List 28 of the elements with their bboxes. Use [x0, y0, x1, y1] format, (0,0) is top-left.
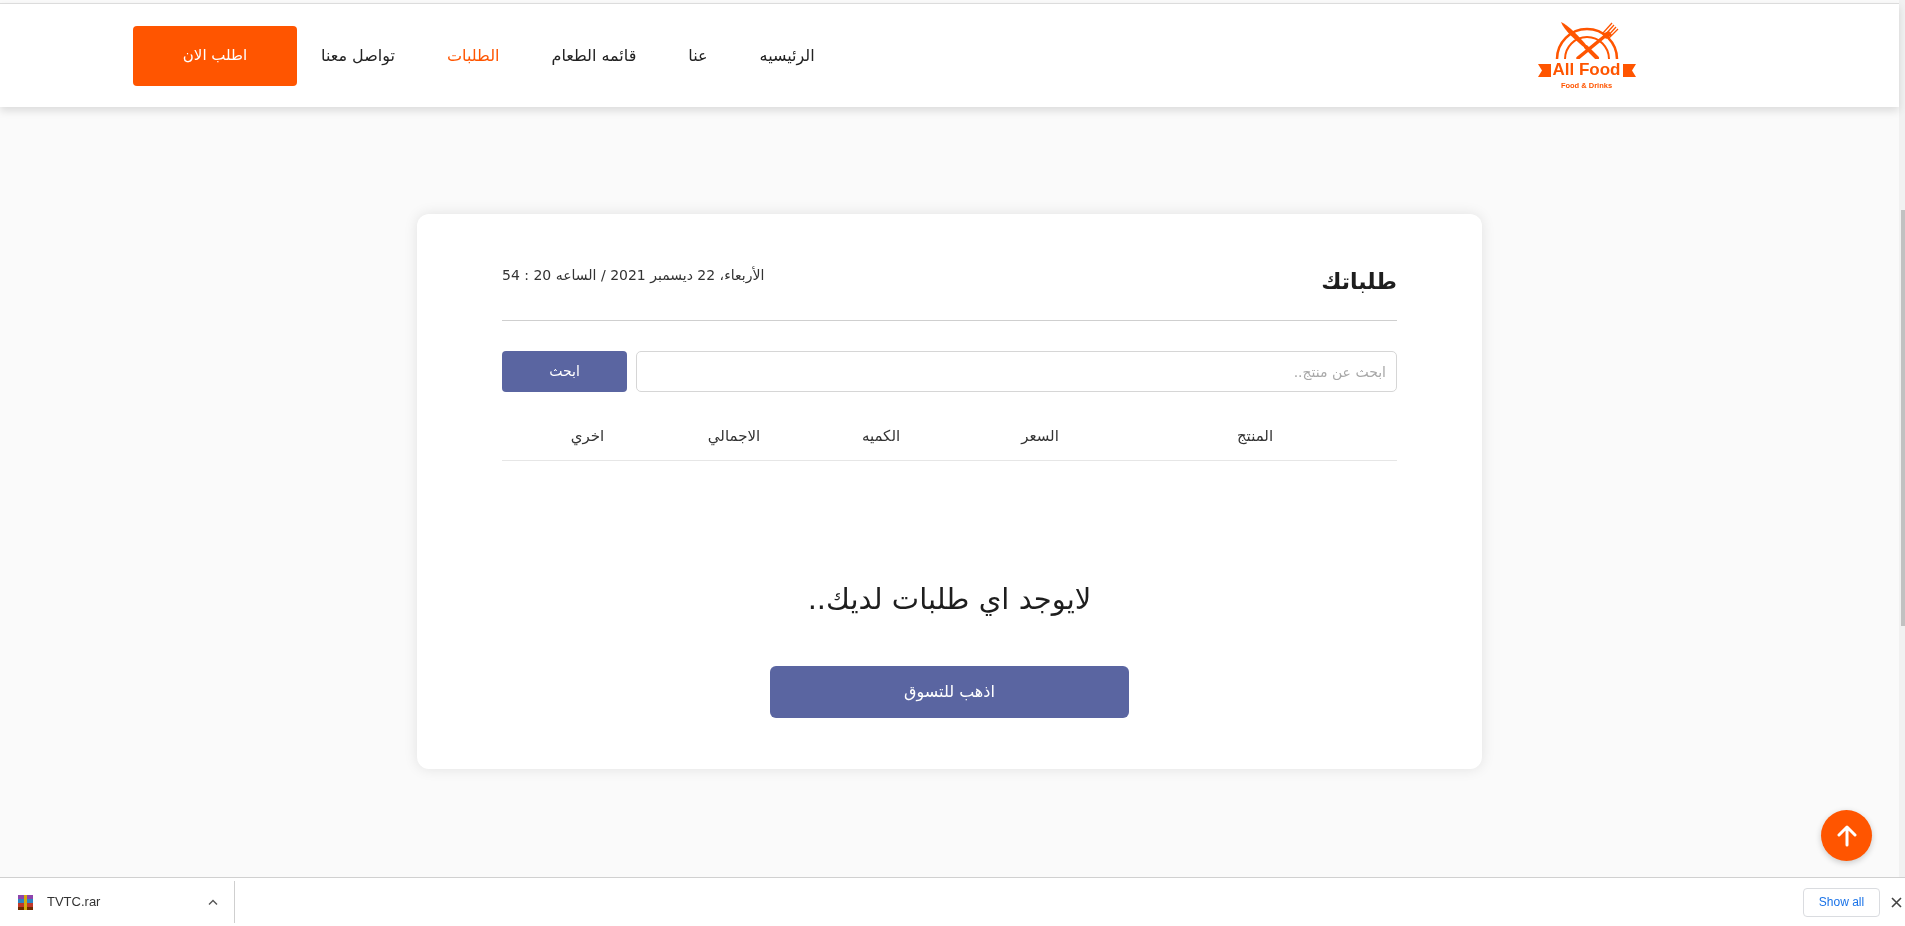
archive-icon [18, 894, 33, 910]
ribbon-end-icon [1537, 63, 1551, 77]
search-button[interactable]: ابحث [502, 351, 627, 392]
nav-link[interactable]: قائمه الطعام [551, 43, 637, 68]
download-options-button[interactable] [208, 899, 218, 905]
close-icon [1891, 896, 1902, 908]
caret-up-icon [208, 899, 218, 905]
column-header: السعر [1021, 426, 1059, 447]
show-all-button[interactable]: Show all [1803, 887, 1880, 917]
column-header: المنتج [1236, 426, 1274, 447]
nav-link[interactable]: تواصل معنا [321, 43, 395, 68]
scrollbar-thumb[interactable] [1901, 210, 1905, 626]
arrow-up-icon [1836, 824, 1857, 847]
logo-name: All Food [1552, 62, 1621, 78]
empty-orders-message: لايوجد اي طلبات لديك.. [807, 581, 1092, 618]
column-header: الكميه [861, 426, 901, 447]
download-filename[interactable]: TVTC.rar [47, 892, 101, 912]
go-shopping-button[interactable]: اذهب للتسوق [770, 666, 1129, 718]
nav-link[interactable]: عنا [688, 43, 708, 68]
column-header: اخري [570, 426, 605, 448]
column-header: الاجمالي [707, 426, 761, 448]
close-button[interactable] [1891, 896, 1902, 908]
ribbon-end-icon [1622, 63, 1636, 77]
page-title: طلباتك [1321, 268, 1397, 296]
search-field[interactable]: ابحث عن منتج.. [636, 351, 1397, 392]
date-time: الأربعاء، 22 ديسمبر 2021 / الساعه 20 : 54 [502, 265, 765, 286]
scroll-to-top-button[interactable] [1821, 810, 1872, 861]
nav-link[interactable]: الرئيسيه [759, 43, 815, 68]
